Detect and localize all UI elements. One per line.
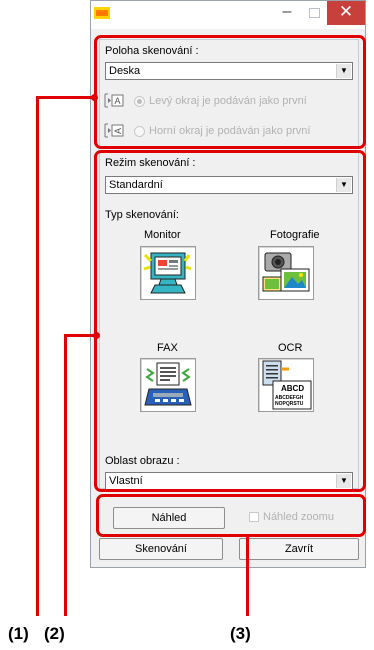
close-window-button[interactable]: ✕ (327, 1, 365, 25)
minimize-button[interactable]: – (274, 1, 300, 25)
callout-dot-1 (91, 94, 98, 101)
callout-label-2: (2) (44, 624, 65, 643)
callout-dot-2 (93, 332, 100, 339)
scan-button[interactable]: Skenování (99, 538, 223, 560)
callout-box-scan-settings (94, 150, 366, 492)
callout-box-preview (96, 494, 366, 537)
title-bar: – ✕ (91, 1, 365, 29)
callout-box-scan-position (94, 35, 366, 149)
callout-line-3-vertical (246, 536, 249, 616)
callout-line-1-horizontal (36, 96, 96, 99)
callout-line-2-vertical (64, 334, 67, 616)
callout-line-1-vertical (36, 96, 39, 616)
maximize-button[interactable] (303, 1, 325, 25)
close-button[interactable]: Zavrít (239, 538, 359, 560)
callout-label-3: (3) (230, 624, 251, 643)
callout-line-2-horizontal (64, 334, 96, 337)
callout-label-1: (1) (8, 624, 29, 643)
app-icon (94, 7, 110, 19)
